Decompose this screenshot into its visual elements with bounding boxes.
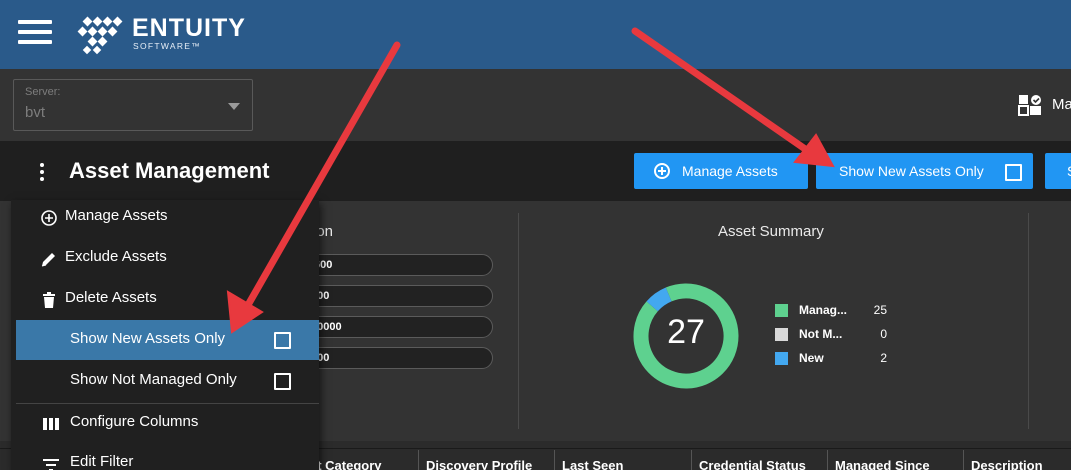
menu-item-label: Manage Assets bbox=[65, 207, 168, 224]
server-select[interactable]: Server: bvt bbox=[13, 79, 253, 131]
legend-label: New bbox=[799, 351, 824, 365]
legend-item[interactable]: Not M... 0 bbox=[775, 326, 887, 342]
stat-pill: 600 bbox=[298, 347, 493, 369]
plus-circle-icon bbox=[654, 163, 670, 179]
column-header[interactable]: Credential Status bbox=[699, 458, 806, 470]
legend-item[interactable]: New 2 bbox=[775, 350, 887, 366]
pencil-icon bbox=[41, 253, 55, 267]
partial-button-label: S bbox=[1067, 163, 1071, 179]
filter-icon bbox=[43, 459, 59, 470]
donut-total: 27 bbox=[667, 313, 705, 351]
stat-pill: 50000 bbox=[298, 316, 493, 338]
show-new-assets-only-label: Show New Assets Only bbox=[839, 163, 984, 179]
columns-icon bbox=[43, 418, 59, 430]
server-value: bvt bbox=[25, 104, 46, 121]
trash-icon bbox=[43, 292, 55, 308]
top-header: ENTUITY SOFTWARE™ bbox=[0, 0, 1071, 69]
column-divider[interactable] bbox=[418, 450, 419, 470]
column-header[interactable]: Discovery Profile bbox=[426, 458, 532, 470]
column-divider[interactable] bbox=[827, 450, 828, 470]
menu-item-edit-filter[interactable]: Edit Filter bbox=[16, 443, 319, 470]
menu-item-show-not-managed-only[interactable]: Show Not Managed Only bbox=[16, 361, 319, 401]
manage-devices-icon[interactable] bbox=[1018, 94, 1042, 116]
menu-item-label: Configure Columns bbox=[70, 413, 199, 430]
panel-divider bbox=[1028, 213, 1029, 429]
manage-assets-label: Manage Assets bbox=[682, 163, 778, 179]
show-new-assets-checkbox[interactable] bbox=[1005, 164, 1022, 181]
show-new-assets-only-button[interactable]: Show New Assets Only bbox=[816, 153, 1033, 189]
partial-button[interactable]: S bbox=[1045, 153, 1071, 189]
column-divider[interactable] bbox=[554, 450, 555, 470]
kebab-menu-icon[interactable] bbox=[38, 163, 46, 181]
menu-item-label: Delete Assets bbox=[65, 289, 157, 306]
entuity-logo-icon bbox=[77, 16, 123, 55]
caret-down-icon bbox=[228, 103, 240, 110]
legend-label: Manag... bbox=[799, 303, 848, 317]
column-header[interactable]: Last Seen bbox=[562, 458, 623, 470]
legend-swatch bbox=[775, 327, 788, 341]
brand-subtitle: SOFTWARE™ bbox=[133, 41, 202, 51]
app-root: ENTUITY SOFTWARE™ Server: bvt Ma Asset M… bbox=[0, 0, 1071, 470]
legend-value: 2 bbox=[880, 351, 887, 365]
legend-value: 25 bbox=[873, 303, 887, 317]
column-divider[interactable] bbox=[691, 450, 692, 470]
show-new-assets-menu-checkbox[interactable] bbox=[274, 332, 291, 349]
column-header[interactable]: et Category bbox=[310, 458, 382, 470]
column-header[interactable]: Managed Since bbox=[835, 458, 930, 470]
plus-circle-icon bbox=[41, 210, 57, 226]
legend-swatch bbox=[775, 351, 788, 365]
asset-summary-title: Asset Summary bbox=[718, 223, 824, 240]
page-title: Asset Management bbox=[69, 158, 270, 183]
menu-item-manage-assets[interactable]: Manage Assets bbox=[16, 197, 319, 237]
column-header[interactable]: Description bbox=[971, 458, 1043, 470]
manage-assets-button[interactable]: Manage Assets bbox=[634, 153, 808, 189]
stat-pill: 700 bbox=[298, 285, 493, 307]
legend-label: Not M... bbox=[799, 327, 843, 341]
panel-divider bbox=[518, 213, 519, 429]
legend-swatch bbox=[775, 303, 788, 317]
column-divider[interactable] bbox=[963, 450, 964, 470]
menu-item-label: Edit Filter bbox=[70, 453, 134, 470]
legend-value: 0 bbox=[880, 327, 887, 341]
menu-item-delete-assets[interactable]: Delete Assets bbox=[16, 279, 319, 319]
hamburger-icon[interactable] bbox=[18, 20, 52, 46]
show-not-managed-menu-checkbox[interactable] bbox=[274, 373, 291, 390]
menu-item-label: Show Not Managed Only bbox=[70, 371, 237, 388]
menu-item-exclude-assets[interactable]: Exclude Assets bbox=[16, 238, 319, 278]
manage-text-partial[interactable]: Ma bbox=[1052, 96, 1071, 113]
menu-item-configure-columns[interactable]: Configure Columns bbox=[16, 403, 319, 443]
menu-item-label: Exclude Assets bbox=[65, 248, 167, 265]
legend-item[interactable]: Manag... 25 bbox=[775, 302, 887, 318]
stat-pill: /600 bbox=[298, 254, 493, 276]
server-label: Server: bbox=[25, 86, 61, 98]
brand-name: ENTUITY bbox=[132, 14, 246, 42]
menu-item-show-new-assets-only[interactable]: Show New Assets Only bbox=[16, 320, 319, 360]
menu-item-label: Show New Assets Only bbox=[70, 330, 226, 347]
